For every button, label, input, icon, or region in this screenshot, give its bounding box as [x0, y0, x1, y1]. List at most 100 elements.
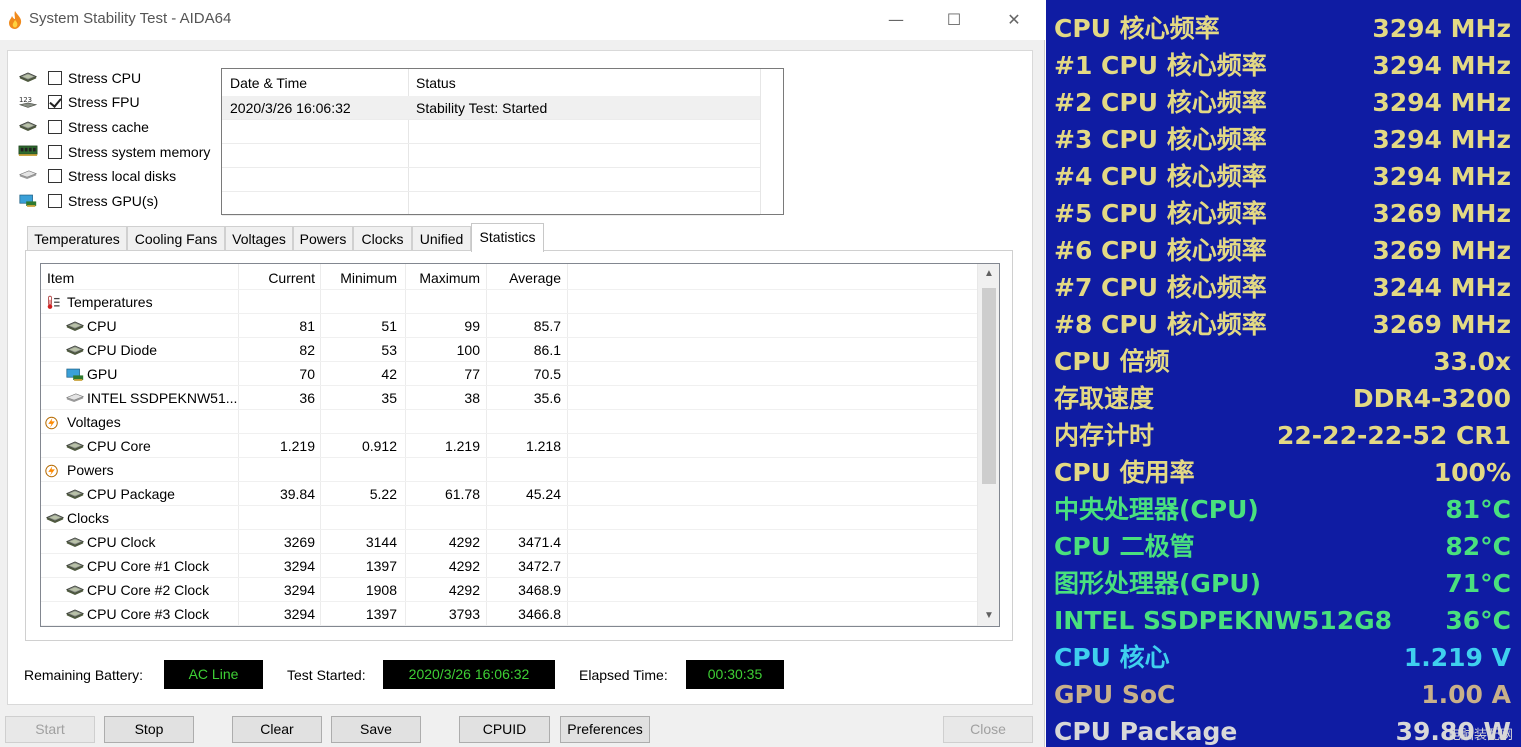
log-cell-datetime: 2020/3/26 16:06:32	[230, 100, 351, 116]
gpu-card-icon	[65, 367, 84, 381]
stats-item-name: Voltages	[67, 414, 121, 430]
stats-header-current[interactable]: Current	[239, 266, 315, 290]
osd-row: #8 CPU 核心频率 3269 MHz	[1046, 306, 1521, 343]
stats-current-value: 70	[299, 366, 315, 382]
stress-option-row[interactable]: Stress GPU(s)	[18, 191, 158, 211]
tab-powers[interactable]: Powers	[293, 226, 353, 251]
tab-cooling-fans[interactable]: Cooling Fans	[127, 226, 225, 251]
stats-group-row[interactable]: Temperatures	[41, 290, 977, 314]
minimize-button[interactable]: —	[876, 6, 916, 34]
stats-item-row[interactable]: CPU Clock 3269 3144 4292 3471.4	[41, 530, 977, 554]
stats-item-name: CPU Core #3 Clock	[87, 606, 210, 622]
osd-label: CPU 核心频率	[1054, 14, 1220, 43]
tab-clocks[interactable]: Clocks	[353, 226, 412, 251]
close-window-button[interactable]: ✕	[994, 6, 1034, 34]
stress-checkbox[interactable]	[48, 194, 62, 208]
stats-group-row[interactable]: Voltages	[41, 410, 977, 434]
osd-row: INTEL SSDPEKNW512G8 36°C	[1046, 602, 1521, 639]
stats-item-name: GPU	[87, 366, 118, 382]
cpuid-button[interactable]: CPUID	[459, 716, 550, 743]
stats-group-row[interactable]: Powers	[41, 458, 977, 482]
stats-item-row[interactable]: CPU Package 39.84 5.22 61.78 45.24	[41, 482, 977, 506]
osd-label: 内存计时	[1054, 421, 1155, 450]
tab-voltages[interactable]: Voltages	[225, 226, 293, 251]
stress-option-row[interactable]: Stress CPU	[18, 68, 141, 88]
stats-header-item[interactable]: Item	[47, 266, 237, 290]
stats-max-value: 38	[464, 390, 480, 406]
log-header-status[interactable]: Status	[408, 69, 761, 95]
stats-min-value: 5.22	[369, 486, 397, 502]
stress-option-row[interactable]: Stress local disks	[18, 166, 176, 186]
stats-group-row[interactable]: Clocks	[41, 506, 977, 530]
stats-item-row[interactable]: CPU Core 1.219 0.912 1.219 1.218	[41, 434, 977, 458]
stats-current-value: 1.219	[279, 438, 315, 454]
cpu-chip-icon	[65, 559, 85, 573]
stats-item-row[interactable]: GPU 70 42 77 70.5	[41, 362, 977, 386]
stress-option-row[interactable]: Stress system memory	[18, 142, 210, 162]
stats-max-value: 3793	[448, 606, 480, 622]
vertical-scrollbar[interactable]: ▲ ▼	[977, 264, 999, 626]
cpu-chip-icon	[18, 70, 40, 86]
stats-min-value: 0.912	[361, 438, 397, 454]
preferences-button[interactable]: Preferences	[560, 716, 650, 743]
stats-current-value: 36	[299, 390, 315, 406]
stress-option-row[interactable]: Stress cache	[18, 117, 149, 137]
log-row[interactable]	[222, 120, 760, 144]
stop-button[interactable]: Stop	[104, 716, 194, 743]
scroll-thumb[interactable]	[982, 288, 996, 484]
stats-header-maximum[interactable]: Maximum	[406, 266, 480, 290]
stats-item-row[interactable]: CPU Diode 82 53 100 86.1	[41, 338, 977, 362]
save-button[interactable]: Save	[331, 716, 421, 743]
clear-button[interactable]: Clear	[232, 716, 322, 743]
log-row[interactable]: 2020/3/26 16:06:32 Stability Test: Starte…	[222, 96, 760, 120]
tab-unified[interactable]: Unified	[412, 226, 471, 251]
tab-temperatures[interactable]: Temperatures	[27, 226, 127, 251]
stress-checkbox[interactable]	[48, 95, 62, 109]
osd-label: #8 CPU 核心频率	[1054, 310, 1267, 339]
osd-label: #3 CPU 核心频率	[1054, 125, 1267, 154]
log-header-datetime[interactable]: Date & Time	[222, 69, 409, 95]
stress-checkbox[interactable]	[48, 71, 62, 85]
stats-min-value: 1397	[365, 558, 397, 574]
osd-value: 3294 MHz	[1372, 51, 1511, 80]
close-button[interactable]: Close	[943, 716, 1033, 743]
stats-current-value: 3294	[283, 582, 315, 598]
stats-avg-value: 86.1	[533, 342, 561, 358]
watermark: 电脑装配网	[1447, 728, 1513, 743]
stats-header-minimum[interactable]: Minimum	[321, 266, 397, 290]
cpu-chip-icon	[65, 535, 85, 549]
stress-checkbox[interactable]	[48, 145, 62, 159]
scroll-down-arrow-icon[interactable]: ▼	[978, 606, 999, 626]
title-bar[interactable]: System Stability Test - AIDA64 — ☐ ✕	[0, 0, 1045, 40]
statistics-table[interactable]: Item Current Minimum Maximum Average Temperat…	[40, 263, 1000, 627]
stats-current-value: 3269	[283, 534, 315, 550]
stress-option-row[interactable]: 123 Stress FPU	[18, 92, 140, 112]
stats-max-value: 99	[464, 318, 480, 334]
event-log-grid[interactable]: Date & Time Status 2020/3/26 16:06:32 Sta…	[221, 68, 784, 216]
stress-checkbox[interactable]	[48, 120, 62, 134]
osd-value: 1.219 V	[1403, 643, 1511, 672]
stats-item-row[interactable]: CPU Core #2 Clock 3294 1908 4292 3468.9	[41, 578, 977, 602]
lightning-icon	[45, 415, 63, 430]
osd-label: 中央处理器(CPU)	[1054, 495, 1259, 524]
stats-max-value: 61.78	[444, 486, 480, 502]
log-row[interactable]	[222, 144, 760, 168]
stats-item-row[interactable]: CPU Core #1 Clock 3294 1397 4292 3472.7	[41, 554, 977, 578]
log-cell-status: Stability Test: Started	[416, 100, 548, 116]
stats-item-row[interactable]: INTEL SSDPEKNW51... 36 35 38 35.6	[41, 386, 977, 410]
scroll-up-arrow-icon[interactable]: ▲	[978, 264, 999, 284]
tab-statistics[interactable]: Statistics	[471, 223, 544, 252]
stats-item-row[interactable]: CPU 81 51 99 85.7	[41, 314, 977, 338]
stats-item-name: Temperatures	[67, 294, 153, 310]
start-button[interactable]: Start	[5, 716, 95, 743]
stats-avg-value: 45.24	[525, 486, 561, 502]
stats-current-value: 3294	[283, 606, 315, 622]
log-row[interactable]	[222, 192, 760, 216]
stress-checkbox[interactable]	[48, 169, 62, 183]
osd-row: #6 CPU 核心频率 3269 MHz	[1046, 232, 1521, 269]
stats-max-value: 77	[464, 366, 480, 382]
maximize-button[interactable]: ☐	[934, 6, 974, 34]
log-row[interactable]	[222, 168, 760, 192]
stats-item-row[interactable]: CPU Core #3 Clock 3294 1397 3793 3466.8	[41, 602, 977, 626]
stats-header-average[interactable]: Average	[487, 266, 561, 290]
